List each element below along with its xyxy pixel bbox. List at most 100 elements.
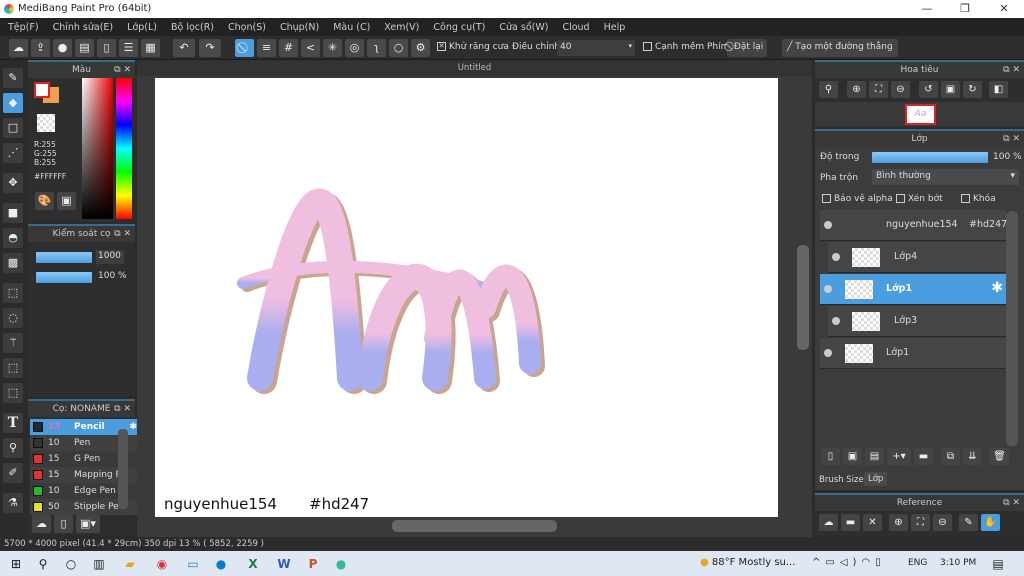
desktop-icon[interactable]: ▭ (185, 556, 201, 572)
pen-tool-icon[interactable]: ✐ (3, 463, 23, 483)
ellipse-snap-icon[interactable]: ○ (389, 39, 408, 57)
add-layer-menu-icon[interactable]: +▾ (887, 448, 911, 465)
layer-row[interactable]: Lớp4 (828, 242, 1006, 273)
powerpoint-icon[interactable]: P (305, 556, 321, 572)
visibility-icon[interactable] (824, 349, 832, 357)
task-view-icon[interactable]: ▥ (91, 556, 107, 572)
brush-size-value[interactable]: 1000 (96, 250, 124, 264)
select-pen-tool-icon[interactable]: ⬚ (3, 358, 23, 378)
soft-edge-checkbox[interactable]: Cạnh mềm (643, 42, 704, 52)
curve-snap-icon[interactable]: ʅ (367, 39, 386, 57)
edge-icon[interactable]: ● (213, 556, 229, 572)
flip-icon[interactable]: ◧ (989, 81, 1008, 98)
close-icon[interactable]: ⧉ ✕ (114, 62, 131, 78)
merge-layer-icon[interactable]: ⇊ (963, 448, 982, 465)
open-folder-icon[interactable]: ▬ (841, 514, 860, 531)
protect-alpha-checkbox[interactable]: Bảo vệ alpha (822, 194, 893, 204)
layer-row[interactable]: Lớp3 (828, 306, 1006, 337)
concentric-snap-icon[interactable]: ◎ (345, 39, 364, 57)
close-icon[interactable]: ⧉ ✕ (114, 401, 131, 417)
vertical-scrollbar[interactable] (797, 245, 809, 350)
layer-list-scrollbar[interactable] (1006, 211, 1018, 446)
cloud-download-icon[interactable]: ☁ (32, 515, 51, 533)
reset-rotation-icon[interactable]: ▣ (941, 81, 960, 98)
language-indicator[interactable]: ENG (908, 558, 927, 568)
layer-row[interactable]: nguyenhue154 #hd247 (820, 210, 1007, 241)
new-layer-icon[interactable]: ▯ (821, 448, 840, 465)
fill-rect-tool-icon[interactable]: ■ (3, 203, 23, 223)
clock[interactable]: 3:10 PM (940, 558, 976, 568)
select-eraser-tool-icon[interactable]: ⬚ (3, 383, 23, 403)
page-icon[interactable]: ▯ (97, 39, 116, 57)
snap-settings-icon[interactable]: ⚙ (411, 39, 430, 57)
menu-cloud[interactable]: Cloud (562, 22, 589, 33)
clipping-checkbox[interactable]: Xén bớt (896, 194, 943, 204)
list-icon[interactable]: ☰ (119, 39, 138, 57)
gear-icon[interactable]: ✱ (129, 419, 137, 435)
maximize-button[interactable]: ❐ (958, 2, 972, 15)
menu-filter[interactable]: Bộ lọc(R) (171, 22, 214, 33)
search-icon[interactable]: ⚲ (35, 556, 51, 572)
eyedropper-icon[interactable]: ✎ (959, 514, 978, 531)
horizontal-scrollbar[interactable] (392, 520, 557, 532)
delete-layer-icon[interactable]: 🗑 (990, 448, 1009, 465)
message-icon[interactable]: ▤ (75, 39, 94, 57)
close-icon[interactable]: ⧉ ✕ (114, 226, 131, 242)
zoom-in-icon[interactable]: ⊕ (847, 81, 866, 98)
panel-icon[interactable]: ▦ (141, 39, 160, 57)
new-brush-icon[interactable]: ▯ (54, 515, 73, 533)
reset-button[interactable]: ⃠ Đặt lại (727, 39, 768, 57)
close-icon[interactable]: ⧉ ✕ (1003, 62, 1020, 78)
menu-window[interactable]: Cửa sổ(W) (499, 22, 548, 33)
menu-color[interactable]: Màu (C) (333, 22, 370, 33)
hand-icon[interactable]: ✋ (981, 514, 1000, 531)
menu-edit[interactable]: Chỉnh sửa(E) (53, 22, 114, 33)
cortana-icon[interactable]: ○ (63, 556, 79, 572)
move-tool-icon[interactable]: ✥ (3, 173, 23, 193)
select-tool-icon[interactable]: ⬚ (3, 283, 23, 303)
menu-snap[interactable]: Chụp(N) (280, 22, 319, 33)
text-tool-icon[interactable]: T (3, 413, 23, 433)
palette-settings-icon[interactable]: ▣ (57, 192, 76, 210)
new-8bit-layer-icon[interactable]: ▣ (843, 448, 862, 465)
zoom-out-icon[interactable]: ⊖ (891, 81, 910, 98)
close-icon[interactable]: ⧉ ✕ (1003, 131, 1020, 147)
tab-layer[interactable]: Lớp (864, 472, 888, 486)
visibility-icon[interactable] (832, 253, 840, 261)
perspective-snap-icon[interactable]: < (301, 39, 320, 57)
menu-tools[interactable]: Công cụ(T) (433, 22, 485, 33)
duplicate-layer-icon[interactable]: ⧉ (941, 448, 960, 465)
comment-icon[interactable]: ● (53, 39, 72, 57)
make-line-button[interactable]: ╱ Tạo một đường thẳng (782, 39, 898, 57)
close-button[interactable]: ✕ (997, 2, 1011, 15)
lock-checkbox[interactable]: Khóa (961, 194, 996, 204)
layer-opacity-slider[interactable] (872, 152, 988, 163)
close-icon[interactable]: ⧉ ✕ (1003, 495, 1020, 511)
file-explorer-icon[interactable]: ▰ (122, 556, 138, 572)
menu-file[interactable]: Tệp(F) (8, 22, 39, 33)
visibility-icon[interactable] (824, 221, 832, 229)
blend-mode-dropdown[interactable]: Bình thường ▾ (872, 169, 1019, 185)
document-tab[interactable]: Untitled (137, 60, 812, 76)
medibang-icon[interactable]: ● (333, 556, 349, 572)
undo-icon[interactable]: ↶ (173, 39, 195, 57)
visibility-icon[interactable] (824, 285, 832, 293)
hand-select-tool-icon[interactable]: ⚲ (3, 438, 23, 458)
radial-snap-icon[interactable]: ✳ (323, 39, 342, 57)
fit-icon[interactable]: ⛶ (869, 81, 888, 98)
zoom-actual-icon[interactable]: ⚲ (819, 81, 838, 98)
tray-icons[interactable]: ^▭◁)◠▯ (812, 557, 886, 568)
excel-icon[interactable]: X (245, 556, 261, 572)
cloud-icon[interactable]: ☁ (819, 514, 838, 531)
antialias-checkbox[interactable]: ✕ Khử răng cưa (437, 42, 509, 52)
gear-icon[interactable]: ✱ (991, 280, 1003, 296)
close-reference-icon[interactable]: ✕ (863, 514, 882, 531)
tab-brush-size[interactable]: Brush Size (817, 473, 866, 487)
palette-icon[interactable]: 🎨 (35, 192, 54, 210)
new-1bit-layer-icon[interactable]: ▤ (865, 448, 884, 465)
zoom-out-icon[interactable]: ⊖ (933, 514, 952, 531)
app-icon[interactable]: ◉ (154, 556, 170, 572)
add-brush-icon[interactable]: ▣▾ (76, 515, 100, 533)
dot-tool-icon[interactable]: ⋰ (3, 143, 23, 163)
windows-start-icon[interactable]: ⊞ (8, 556, 24, 572)
